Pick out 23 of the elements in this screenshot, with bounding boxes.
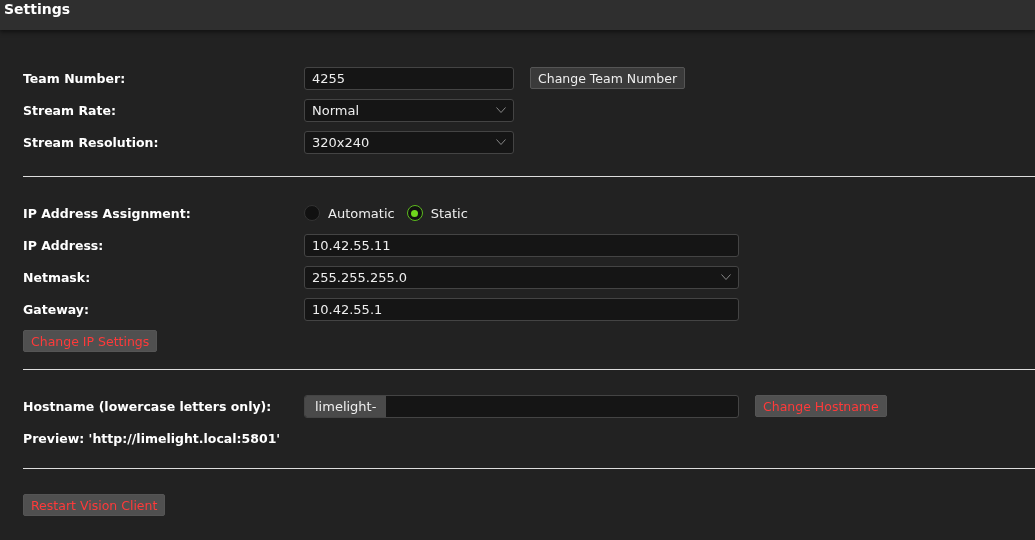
field-label: Team Number: xyxy=(23,70,127,86)
radio-option[interactable]: Automatic xyxy=(304,205,395,221)
field-label: Stream Resolution: xyxy=(23,134,160,150)
change-team-number-button[interactable]: Change Team Number xyxy=(530,67,686,89)
chevron-down-icon xyxy=(721,274,731,280)
dropdown[interactable]: 320x240 xyxy=(304,130,514,154)
field-label: IP Address: xyxy=(23,237,105,253)
field-label: Netmask: xyxy=(23,269,92,285)
page-title: Settings xyxy=(3,0,71,17)
hostname-field[interactable]: limelight- xyxy=(304,394,739,418)
dropdown[interactable]: Normal xyxy=(304,98,514,122)
radio-option[interactable]: Static xyxy=(406,205,468,221)
hostname-preview: Preview: 'http://limelight.local:5801' xyxy=(23,430,281,446)
input-field[interactable]: 10.42.55.1 xyxy=(304,297,739,321)
field-label: Hostname (lowercase letters only): xyxy=(23,398,273,414)
team-number-field[interactable]: 4255 xyxy=(304,66,514,90)
dropdown[interactable]: 255.255.255.0 xyxy=(304,265,739,289)
field-label: Stream Rate: xyxy=(23,102,117,118)
chevron-down-icon xyxy=(496,107,506,113)
field-label: IP Address Assignment: xyxy=(23,205,192,221)
input-field[interactable]: 10.42.55.11 xyxy=(304,233,739,257)
chevron-down-icon xyxy=(496,139,506,145)
field-label: Gateway: xyxy=(23,301,90,317)
